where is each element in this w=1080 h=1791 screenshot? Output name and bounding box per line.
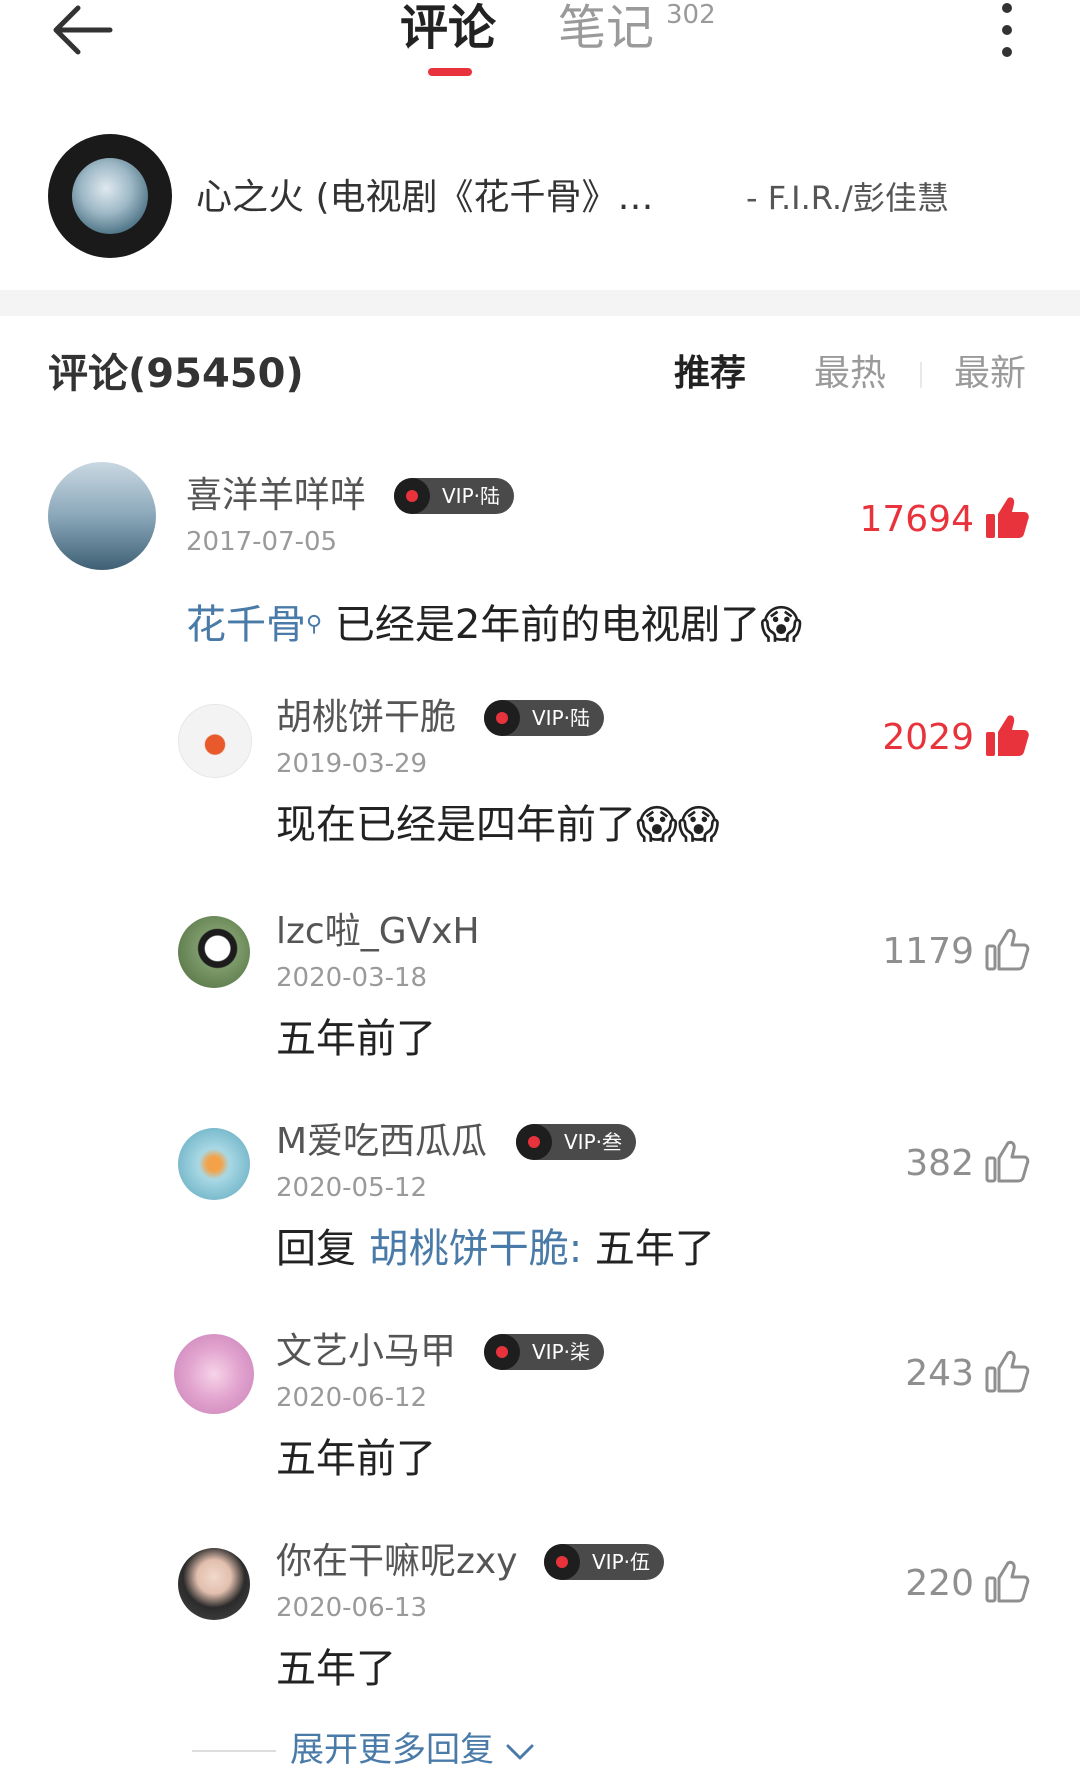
expand-more-label: 展开更多回复 (290, 1730, 494, 1770)
song-cover-art (72, 158, 148, 234)
vip-badge-label: VIP·陆 (442, 484, 500, 508)
vip-badge: VIP·伍 (544, 1544, 664, 1580)
reply-username[interactable]: 文艺小马甲 (276, 1330, 456, 1374)
reply-date: 2020-06-12 (276, 1383, 428, 1413)
like-count: 17694 (859, 499, 974, 540)
chevron-down-icon (506, 1744, 534, 1759)
vinyl-disc-icon (484, 1334, 520, 1370)
reply-text: 五年了 (276, 1646, 396, 1692)
avatar[interactable] (174, 1334, 254, 1414)
comment-username[interactable]: 喜洋羊咩咩 (186, 474, 366, 518)
reply-to-user[interactable]: 胡桃饼干脆: (369, 1226, 582, 1272)
vinyl-disc-icon (484, 700, 520, 736)
thumbs-up-icon[interactable] (984, 494, 1030, 540)
thumbs-up-icon[interactable] (984, 712, 1030, 758)
reply-username[interactable]: lzc啦_GVxH (276, 910, 480, 954)
tab-comments[interactable]: 评论 (400, 0, 496, 56)
active-tab-indicator (428, 68, 472, 76)
vinyl-disc-icon (516, 1124, 552, 1160)
sort-hottest[interactable]: 最热 (814, 352, 886, 396)
like-count: 382 (905, 1143, 974, 1184)
reply-body: 五年了 (594, 1226, 715, 1272)
vip-badge-label: VIP·柒 (532, 1340, 590, 1364)
reply-text: 现在已经是四年前了😱😱 (276, 802, 720, 848)
like-count: 220 (905, 1563, 974, 1604)
expand-more-replies[interactable]: 展开更多回复 (290, 1728, 535, 1772)
back-arrow-icon[interactable] (48, 2, 118, 62)
section-divider (0, 290, 1080, 316)
more-vertical-icon[interactable] (995, 0, 1019, 64)
vip-badge-label: VIP·陆 (532, 706, 590, 730)
sort-newest[interactable]: 最新 (954, 352, 1026, 396)
reply-username[interactable]: 胡桃饼干脆 (276, 696, 456, 740)
notes-count-badge: 302 (666, 0, 716, 30)
vinyl-disc-icon (394, 478, 430, 514)
search-icon: ⚲ (306, 612, 323, 637)
vip-badge-label: VIP·叁 (564, 1130, 622, 1154)
vip-badge-label: VIP·伍 (592, 1550, 650, 1574)
reply-date: 2020-06-13 (276, 1593, 428, 1623)
reply-date: 2020-05-12 (276, 1173, 428, 1203)
comment-text: 花千骨⚲ 已经是2年前的电视剧了😱 (186, 600, 802, 650)
avatar[interactable] (178, 1128, 250, 1200)
song-artist[interactable]: - F.I.R./彭佳慧 (746, 176, 949, 220)
reply-prefix: 回复 (276, 1226, 356, 1272)
vinyl-disc-icon (544, 1544, 580, 1580)
vip-badge: VIP·叁 (516, 1124, 636, 1160)
reply-text: 五年前了 (276, 1016, 436, 1062)
topic-link[interactable]: 花千骨 (186, 602, 306, 648)
vip-badge: VIP·陆 (394, 478, 514, 514)
reply-text: 回复 胡桃饼干脆: 五年了 (276, 1224, 715, 1274)
tab-notes[interactable]: 笔记 (558, 0, 654, 56)
thumbs-up-icon[interactable] (984, 1138, 1030, 1184)
thumbs-up-icon[interactable] (984, 1558, 1030, 1604)
avatar[interactable] (48, 462, 156, 570)
avatar[interactable] (178, 916, 250, 988)
vip-badge: VIP·陆 (484, 700, 604, 736)
avatar[interactable] (178, 1548, 250, 1620)
reply-text: 五年前了 (276, 1436, 436, 1482)
like-count: 1179 (882, 931, 974, 972)
comments-count-title: 评论(95450) (48, 351, 304, 397)
sort-separator (920, 362, 922, 388)
reply-username[interactable]: M爱吃西瓜瓜 (276, 1120, 487, 1164)
song-title[interactable]: 心之火 (电视剧《花千骨》… (196, 176, 654, 220)
like-count: 2029 (882, 717, 974, 758)
reply-date: 2019-03-29 (276, 749, 428, 779)
comment-body: 已经是2年前的电视剧了😱 (334, 602, 802, 648)
sort-recommended[interactable]: 推荐 (674, 352, 746, 396)
thumbs-up-icon[interactable] (984, 926, 1030, 972)
comment-date: 2017-07-05 (186, 527, 338, 557)
thumbs-up-icon[interactable] (984, 1348, 1030, 1394)
avatar[interactable] (178, 704, 252, 778)
like-count: 243 (905, 1353, 974, 1394)
vip-badge: VIP·柒 (484, 1334, 604, 1370)
reply-username[interactable]: 你在干嘛呢zxy (276, 1540, 518, 1584)
reply-date: 2020-03-18 (276, 963, 428, 993)
expand-divider (192, 1750, 276, 1752)
